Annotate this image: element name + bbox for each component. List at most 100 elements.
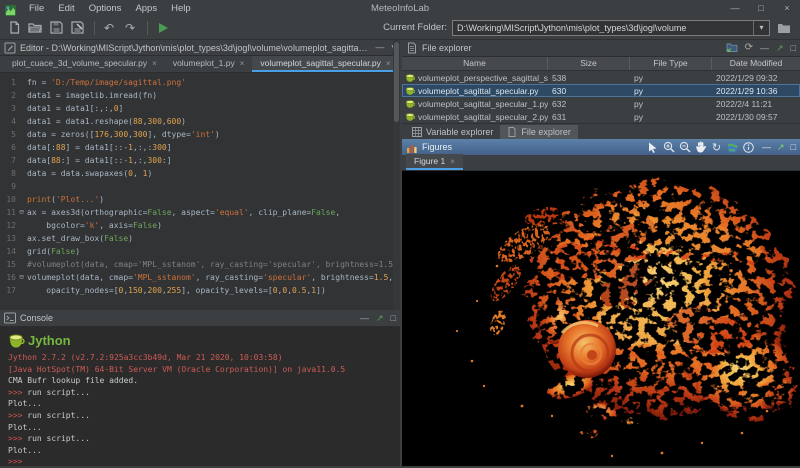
code-editor[interactable]: 1fn = 'D:/Temp/image/sagittal.png'2data1… bbox=[0, 73, 400, 313]
code-line[interactable]: 3data1 = data1[:,:,0] bbox=[0, 102, 400, 115]
console-output[interactable]: Jython Jython 2.7.2 (v2.7.2:925a3cc3b49d… bbox=[0, 327, 400, 468]
console-maximize-button[interactable]: □ bbox=[391, 314, 396, 323]
cell-size: 631 bbox=[548, 112, 630, 122]
main-toolbar: ↶ ↷ Current Folder: D:\Working\MIScript\… bbox=[0, 16, 800, 40]
code-line[interactable]: 6data[:88] = data1[::-1,:,:300] bbox=[0, 141, 400, 154]
code-line[interactable]: 13ax.set_draw_box(False) bbox=[0, 232, 400, 245]
close-tab-icon[interactable]: × bbox=[152, 59, 157, 68]
file-explorer-minimize-button[interactable]: — bbox=[760, 44, 769, 53]
close-tab-icon[interactable]: × bbox=[386, 59, 391, 68]
code-line[interactable]: 8data = data.swapaxes(0, 1) bbox=[0, 167, 400, 180]
window-close-button[interactable]: × bbox=[774, 0, 800, 16]
code-line[interactable]: 10print('Plot...') bbox=[0, 193, 400, 206]
column-header-size[interactable]: Size bbox=[548, 57, 630, 70]
variable-grid-icon bbox=[412, 127, 422, 137]
table-row[interactable]: volumeplot_sagittal_specular.py630py2022… bbox=[402, 84, 800, 97]
menu-file[interactable]: File bbox=[22, 3, 51, 14]
redo-button[interactable]: ↷ bbox=[121, 19, 139, 37]
table-row[interactable]: volumeplot_sagittal_specular_1.py632py20… bbox=[402, 97, 800, 110]
cell-filetype: py bbox=[630, 73, 712, 83]
file-explorer-maximize-button[interactable]: □ bbox=[791, 44, 796, 53]
window-minimize-button[interactable]: — bbox=[722, 0, 748, 16]
figure-canvas[interactable] bbox=[402, 171, 800, 466]
close-tab-icon[interactable]: × bbox=[450, 157, 455, 166]
new-file-button[interactable] bbox=[5, 19, 23, 37]
console-prompt: >>> bbox=[8, 434, 27, 443]
column-header-name[interactable]: Name bbox=[402, 57, 548, 70]
zoom-out-icon[interactable] bbox=[677, 140, 692, 154]
line-number: 8 bbox=[0, 167, 16, 180]
tab-file-explorer[interactable]: File explorer bbox=[500, 125, 578, 140]
menu-apps[interactable]: Apps bbox=[128, 3, 164, 14]
editor-tab-active[interactable]: volumeplot_sagittal_specular.py × bbox=[252, 56, 398, 72]
fold-marker-icon[interactable]: ⊟ bbox=[16, 206, 27, 219]
code-line[interactable]: 4data1 = data1.reshape(88,300,600) bbox=[0, 115, 400, 128]
save-as-button[interactable] bbox=[68, 19, 86, 37]
browse-folder-button[interactable] bbox=[774, 19, 794, 37]
code-line[interactable]: 11⊟ax = axes3d(orthographic=False, aspec… bbox=[0, 206, 400, 219]
tab-variable-explorer[interactable]: Variable explorer bbox=[405, 125, 500, 140]
column-header-filetype[interactable]: File Type bbox=[630, 57, 712, 70]
figures-title: Figures bbox=[422, 142, 452, 152]
menu-help[interactable]: Help bbox=[164, 3, 198, 14]
editor-minimize-button[interactable]: — bbox=[375, 43, 384, 52]
save-button[interactable] bbox=[47, 19, 65, 37]
chevron-down-icon[interactable]: ▾ bbox=[753, 21, 769, 35]
table-header-row[interactable]: Name Size File Type Date Modified bbox=[402, 57, 800, 71]
info-icon[interactable] bbox=[741, 140, 756, 154]
cell-size: 630 bbox=[548, 86, 630, 96]
menu-edit[interactable]: Edit bbox=[51, 3, 81, 14]
close-tab-icon[interactable]: × bbox=[240, 59, 245, 68]
open-file-button[interactable] bbox=[26, 19, 44, 37]
code-line[interactable]: 5data = zeros([176,300,300], dtype='int'… bbox=[0, 128, 400, 141]
code-line[interactable]: 17 opacity_nodes=[0,150,200,255], opacit… bbox=[0, 284, 400, 297]
rotate-icon[interactable]: ↻ bbox=[709, 140, 724, 154]
pointer-icon[interactable] bbox=[645, 140, 660, 154]
table-row[interactable]: volumeplot_perspective_sagittal_sp...538… bbox=[402, 71, 800, 84]
folder-import-icon[interactable] bbox=[726, 42, 738, 55]
jython-logo-text: Jython bbox=[28, 333, 71, 348]
pan-hand-icon[interactable] bbox=[693, 140, 708, 154]
globe-icon[interactable] bbox=[725, 140, 740, 154]
figures-maximize-button[interactable]: □ bbox=[791, 142, 796, 152]
figures-minimize-button[interactable]: — bbox=[762, 142, 771, 152]
current-folder-combobox[interactable]: D:\Working\MIScript\Jython\mis\plot_type… bbox=[452, 20, 770, 36]
main-area: Editor - D:\Working\MIScript\Jython\mis\… bbox=[0, 40, 800, 466]
code-line[interactable]: 2data1 = imagelib.imread(fn) bbox=[0, 89, 400, 102]
column-header-modified[interactable]: Date Modified bbox=[712, 57, 800, 70]
code-line[interactable]: 14grid(False) bbox=[0, 245, 400, 258]
code-line[interactable]: 7data[88:] = data1[::-1,:,300:] bbox=[0, 154, 400, 167]
cell-name: volumeplot_sagittal_specular_2.py bbox=[402, 112, 548, 122]
code-line[interactable]: 15#volumeplot(data, cmap='MPL_sstanom', … bbox=[0, 258, 400, 271]
file-explorer-icon bbox=[406, 42, 418, 54]
run-script-button[interactable] bbox=[153, 19, 171, 37]
window-maximize-button[interactable]: □ bbox=[748, 0, 774, 16]
python-file-icon bbox=[405, 86, 415, 96]
console-minimize-button[interactable]: — bbox=[360, 314, 369, 323]
code-text: grid(False) bbox=[27, 245, 400, 258]
zoom-in-icon[interactable] bbox=[661, 140, 676, 154]
code-line[interactable]: 16⊟volumeplot(data, cmap='MPL_sstanom', … bbox=[0, 271, 400, 284]
tab-label: volumeplot_sagittal_specular.py bbox=[260, 58, 381, 68]
fold-spacer bbox=[16, 141, 27, 154]
figures-float-button[interactable]: ↗ bbox=[777, 142, 785, 153]
refresh-icon[interactable]: ⟳ bbox=[745, 43, 753, 53]
code-line[interactable]: 9 bbox=[0, 180, 400, 193]
editor-tab[interactable]: volumeplot_1.py × bbox=[165, 56, 253, 72]
cell-modified: 2022/1/30 09:57 bbox=[712, 112, 800, 122]
editor-scrollbar[interactable] bbox=[393, 40, 400, 310]
editor-tab[interactable]: plot_cuace_3d_volume_specular.py × bbox=[4, 56, 165, 72]
file-explorer-float-button[interactable]: ↗ bbox=[776, 44, 784, 53]
figure-tab[interactable]: Figure 1 × bbox=[406, 154, 463, 170]
undo-button[interactable]: ↶ bbox=[100, 19, 118, 37]
code-line[interactable]: 1fn = 'D:/Temp/image/sagittal.png' bbox=[0, 76, 400, 89]
scrollbar-thumb[interactable] bbox=[394, 42, 399, 122]
console-line: Jython 2.7.2 (v2.7.2:925a3cc3b49d, Mar 2… bbox=[8, 352, 400, 364]
console-float-button[interactable]: ↗ bbox=[376, 314, 384, 323]
fold-spacer bbox=[16, 128, 27, 141]
fold-spacer bbox=[16, 115, 27, 128]
code-line[interactable]: 12 bgcolor='k', axis=False) bbox=[0, 219, 400, 232]
table-row[interactable]: volumeplot_sagittal_specular_2.py631py20… bbox=[402, 110, 800, 123]
menu-options[interactable]: Options bbox=[82, 3, 129, 14]
fold-marker-icon[interactable]: ⊟ bbox=[16, 271, 27, 284]
